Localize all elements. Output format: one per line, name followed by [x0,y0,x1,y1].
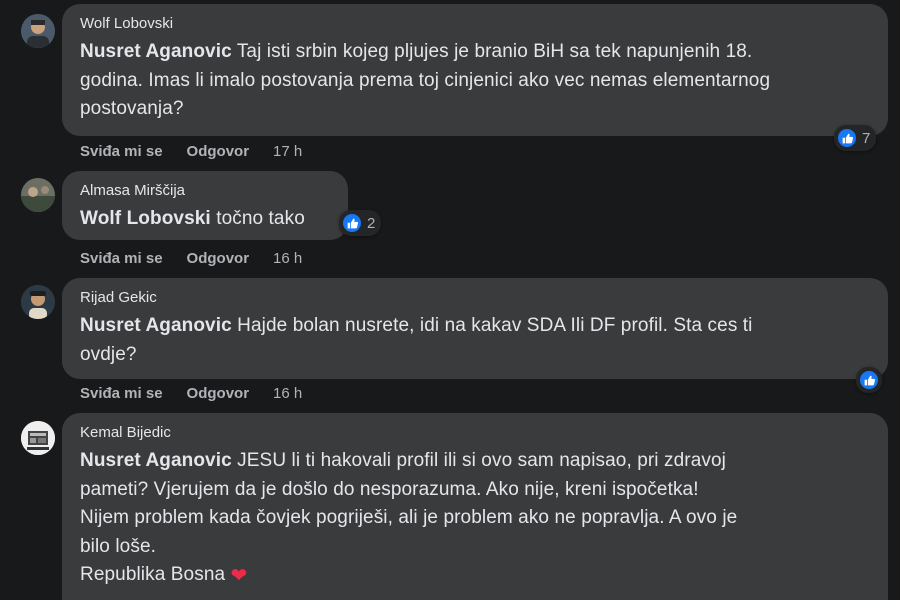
comment-timestamp[interactable]: 16 h [273,250,302,267]
reaction-summary[interactable]: 2 [339,210,382,236]
like-button[interactable]: Sviđa mi se [80,385,163,402]
like-icon [341,212,363,234]
comment-timestamp[interactable]: 17 h [273,143,302,160]
avatar[interactable] [21,14,55,48]
mention-link[interactable]: Nusret Aganovic [80,315,232,336]
comment-author[interactable]: Almasa Mirščija [80,182,332,199]
reply-button[interactable]: Odgovor [187,250,250,267]
comment-line: postovanja? [80,98,184,119]
like-button[interactable]: Sviđa mi se [80,143,163,160]
comment-actions: Sviđa mi se Odgovor 17 h [80,143,302,160]
avatar[interactable] [21,178,55,212]
heart-emoji: ❤ [230,565,248,587]
like-icon [858,369,880,391]
comment-timestamp[interactable]: 16 h [273,385,302,402]
comment-line: točno tako [216,208,305,229]
comment-line: Hajde bolan nusrete, idi na kakav SDA Il… [237,315,753,336]
comment-text: Nusret Aganovic Hajde bolan nusrete, idi… [80,312,872,369]
comment-text: Nusret Aganovic Taj isti srbin kojeg plj… [80,38,872,124]
reply-button[interactable]: Odgovor [187,385,250,402]
like-button[interactable]: Sviđa mi se [80,250,163,267]
mention-link[interactable]: Wolf Lobovski [80,208,211,229]
comment-line: ovdje? [80,343,137,365]
reaction-count: 7 [862,129,871,147]
comment-line: JESU li ti hakovali profil ili si ovo sa… [237,450,726,471]
comment-author[interactable]: Rijad Gekic [80,289,872,306]
comment-bubble: Almasa Mirščija Wolf Lobovski točno tako [62,171,348,240]
comment-text: Wolf Lobovski točno tako [80,205,332,234]
comment-line: Taj isti srbin kojeg pljujes je branio B… [236,41,753,62]
comment-actions: Sviđa mi se Odgovor 16 h [80,250,302,267]
mention-link[interactable]: Nusret Aganovic [80,450,232,471]
comment-line: Nijem problem kada čovjek pogriješi, ali… [80,507,738,528]
reply-button[interactable]: Odgovor [187,143,250,160]
comment-text: Nusret Aganovic JESU li ti hakovali prof… [80,447,872,591]
reaction-summary[interactable] [856,367,882,393]
comment-line: godina. Imas li imalo postovanja prema t… [80,69,771,91]
comment-author[interactable]: Wolf Lobovski [80,15,872,32]
comment-bubble: Kemal Bijedic Nusret Aganovic JESU li ti… [62,413,888,600]
reaction-summary[interactable]: 7 [834,125,877,151]
like-icon [836,127,858,149]
comment-actions: Sviđa mi se Odgovor 16 h [80,385,302,402]
avatar[interactable] [21,421,55,455]
comment-line: bilo loše. [80,535,156,557]
mention-link[interactable]: Nusret Aganovic [80,41,232,62]
comment-author[interactable]: Kemal Bijedic [80,424,872,441]
comment-bubble: Rijad Gekic Nusret Aganovic Hajde bolan … [62,278,888,379]
reaction-count: 2 [367,214,376,232]
comment-bubble: Wolf Lobovski Nusret Aganovic Taj isti s… [62,4,888,136]
comment-line: Republika Bosna [80,564,226,585]
avatar[interactable] [21,285,55,319]
comment-line: pameti? Vjerujem da je došlo do nesporaz… [80,478,699,500]
